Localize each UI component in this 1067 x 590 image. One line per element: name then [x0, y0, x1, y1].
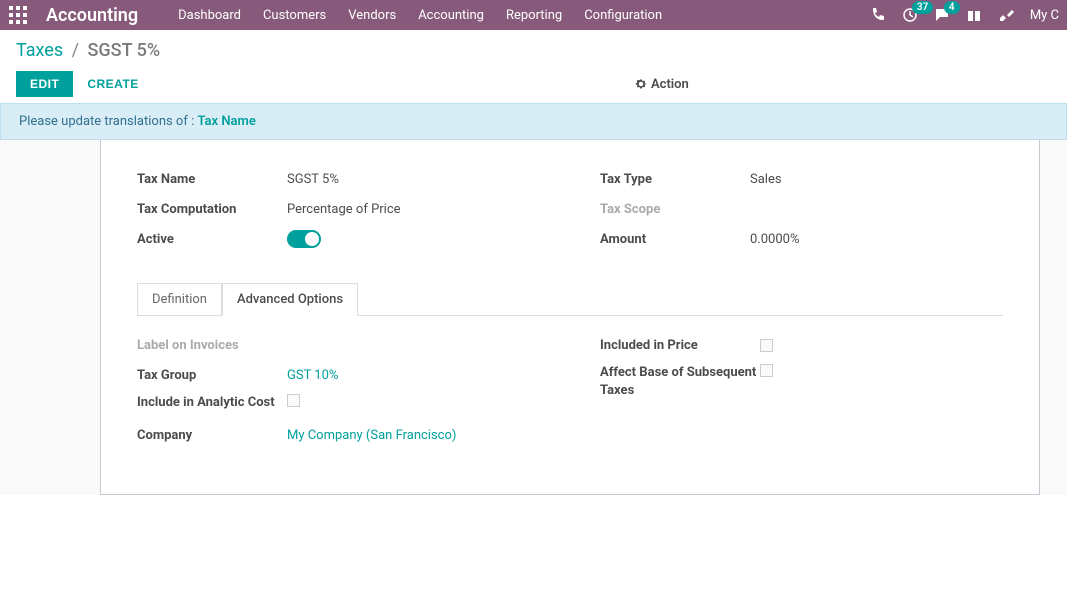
advanced-col-left: Label on Invoices Tax Group GST 10% Incl… [137, 334, 540, 454]
tax-scope-label: Tax Scope [600, 202, 750, 217]
field-tax-type: Tax Type Sales [600, 168, 1003, 190]
field-tax-group: Tax Group GST 10% [137, 364, 540, 386]
tax-computation-value: Percentage of Price [287, 202, 401, 217]
gift-icon[interactable] [966, 7, 982, 23]
tax-type-value: Sales [750, 172, 782, 187]
create-button[interactable]: CREATE [73, 71, 152, 97]
field-company: Company My Company (San Francisco) [137, 424, 540, 446]
tax-group-value[interactable]: GST 10% [287, 368, 338, 383]
gear-icon [635, 78, 647, 90]
form-col-right: Tax Type Sales Tax Scope Amount 0.0000% [600, 168, 1003, 258]
included-price-checkbox[interactable] [760, 339, 773, 352]
phone-icon[interactable] [870, 7, 886, 23]
tools-icon[interactable] [998, 7, 1014, 23]
field-tax-scope: Tax Scope [600, 198, 1003, 220]
active-toggle[interactable] [287, 230, 321, 248]
messages-badge: 4 [944, 1, 960, 14]
app-brand[interactable]: Accounting [46, 5, 138, 26]
nav-reporting[interactable]: Reporting [506, 8, 562, 23]
nav-systray: 37 4 My C [870, 7, 1059, 23]
tabs: Definition Advanced Options [137, 282, 1003, 316]
edit-button[interactable]: EDIT [16, 71, 73, 97]
amount-label: Amount [600, 232, 750, 247]
field-affect-base: Affect Base of Subsequent Taxes [600, 364, 1003, 400]
company-label: Company [137, 428, 287, 443]
include-analytic-label: Include in Analytic Cost [137, 394, 287, 412]
breadcrumb-parent[interactable]: Taxes [16, 40, 63, 61]
advanced-col-right: Included in Price Affect Base of Subsequ… [600, 334, 1003, 454]
breadcrumb-current: SGST 5% [88, 40, 161, 61]
form-col-left: Tax Name SGST 5% Tax Computation Percent… [137, 168, 540, 258]
tax-group-label: Tax Group [137, 368, 287, 383]
apps-icon[interactable] [8, 5, 28, 25]
field-active: Active [137, 228, 540, 250]
activity-badge: 37 [912, 1, 933, 14]
alert-link[interactable]: Tax Name [197, 114, 255, 129]
tax-type-label: Tax Type [600, 172, 750, 187]
toggle-knob [305, 232, 319, 246]
breadcrumb-separator: / [72, 40, 79, 61]
label-invoices-label: Label on Invoices [137, 338, 287, 353]
form-sheet: Tax Name SGST 5% Tax Computation Percent… [100, 140, 1040, 495]
nav-customers[interactable]: Customers [263, 8, 326, 23]
nav-menu: Dashboard Customers Vendors Accounting R… [178, 8, 870, 23]
top-navbar: Accounting Dashboard Customers Vendors A… [0, 0, 1067, 30]
tax-name-value: SGST 5% [287, 172, 339, 187]
tab-advanced-content: Label on Invoices Tax Group GST 10% Incl… [137, 334, 1003, 454]
field-amount: Amount 0.0000% [600, 228, 1003, 250]
include-analytic-checkbox[interactable] [287, 394, 300, 407]
tax-computation-label: Tax Computation [137, 202, 287, 217]
action-row: EDIT CREATE Action [16, 71, 1051, 97]
tax-name-label: Tax Name [137, 172, 287, 187]
action-label: Action [651, 77, 689, 92]
tab-definition[interactable]: Definition [137, 283, 222, 316]
form-top-grid: Tax Name SGST 5% Tax Computation Percent… [137, 168, 1003, 258]
field-label-invoices: Label on Invoices [137, 334, 540, 356]
user-menu[interactable]: My C [1030, 8, 1059, 23]
activity-icon[interactable]: 37 [902, 7, 918, 23]
action-dropdown[interactable]: Action [635, 77, 689, 92]
affect-base-checkbox[interactable] [760, 364, 773, 377]
alert-text: Please update translations of : [19, 114, 197, 129]
field-included-price: Included in Price [600, 334, 1003, 356]
nav-configuration[interactable]: Configuration [584, 8, 662, 23]
breadcrumb: Taxes / SGST 5% [16, 40, 1051, 61]
included-price-label: Included in Price [600, 338, 760, 353]
translation-alert: Please update translations of : Tax Name [0, 103, 1067, 140]
company-value[interactable]: My Company (San Francisco) [287, 428, 456, 443]
tab-advanced-options[interactable]: Advanced Options [222, 283, 358, 316]
amount-value: 0.0000% [750, 232, 799, 247]
affect-base-label: Affect Base of Subsequent Taxes [600, 364, 760, 400]
active-label: Active [137, 232, 287, 247]
field-tax-computation: Tax Computation Percentage of Price [137, 198, 540, 220]
sheet-background: Tax Name SGST 5% Tax Computation Percent… [0, 140, 1067, 495]
nav-dashboard[interactable]: Dashboard [178, 8, 241, 23]
messages-icon[interactable]: 4 [934, 7, 950, 23]
field-tax-name: Tax Name SGST 5% [137, 168, 540, 190]
nav-vendors[interactable]: Vendors [348, 8, 396, 23]
nav-accounting[interactable]: Accounting [418, 8, 484, 23]
control-panel: Taxes / SGST 5% EDIT CREATE Action [0, 30, 1067, 97]
field-include-analytic: Include in Analytic Cost [137, 394, 540, 416]
